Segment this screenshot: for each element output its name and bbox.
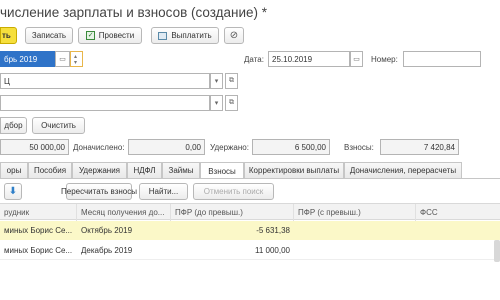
calendar-icon[interactable]: ▭ (350, 51, 363, 67)
employee-cell: миных Борис Се... (4, 226, 73, 235)
tab-label: Пособия (33, 166, 67, 175)
save-button[interactable]: Записать (25, 27, 73, 44)
tab-label: оры (6, 166, 22, 175)
number-label: Номер: (371, 55, 398, 64)
month-value: брь 2019 (4, 54, 38, 64)
open-link-icon[interactable]: ⧉ (225, 95, 238, 111)
tab-label: НДФЛ (133, 166, 156, 175)
tab-label: Удержания (78, 166, 121, 175)
tab-contributions[interactable]: Взносы (200, 162, 244, 179)
find-label: Найти... (148, 187, 179, 196)
tab-label: Займы (168, 166, 194, 175)
column-header-fss[interactable]: ФСС (416, 204, 500, 221)
date-value: 25.10.2019 (272, 54, 313, 64)
chevron-down-icon[interactable]: ▾ (210, 73, 223, 89)
month-cell: Октябрь 2019 (81, 226, 133, 235)
employee-cell: миных Борис Се... (4, 246, 73, 255)
tab-ndfl[interactable]: НДФЛ (127, 162, 162, 178)
additionally-accrued-value: 0,00 (185, 142, 201, 152)
arrow-down-icon: ⬇ (8, 186, 18, 197)
tab-benefits[interactable]: Пособия (28, 162, 72, 178)
column-header-month[interactable]: Месяц получения до... (77, 204, 171, 221)
cancel-search-button[interactable]: Отменить поиск (193, 183, 274, 200)
pfr-before-cell: -5 631,38 (256, 226, 290, 235)
attachments-button[interactable]: ⊘ (224, 27, 244, 44)
tab-payment-adjustments[interactable]: Корректировки выплаты (244, 162, 344, 178)
post-label: Провести (98, 31, 135, 40)
recalculate-button[interactable]: Пересчитать взносы (61, 183, 137, 200)
fill-button[interactable]: дбор (0, 117, 27, 134)
find-button[interactable]: Найти... (139, 183, 188, 200)
additionally-accrued-field: 0,00 (128, 139, 205, 155)
tab-label: Доначисления, перерасчеты (349, 166, 457, 175)
table-row[interactable]: миных Борис Се... Декабрь 2019 11 000,00 (0, 241, 500, 260)
save-label: Записать (31, 31, 67, 40)
column-header-pfr-before[interactable]: ПФР (до превыш.) (171, 204, 294, 221)
chevron-down-icon[interactable]: ▾ (210, 95, 223, 111)
tab-deductions[interactable]: Удержания (72, 162, 127, 178)
month-stepper[interactable]: ▴ ▾ (70, 51, 83, 67)
cancel-search-label: Отменить поиск (203, 187, 264, 196)
date-field[interactable]: 25.10.2019 (268, 51, 350, 67)
page-title: числение зарплаты и взносов (создание) * (0, 5, 268, 20)
move-down-button[interactable]: ⬇ (4, 183, 22, 200)
contributions-label: Взносы: (344, 143, 374, 152)
clear-label: Очистить (41, 121, 76, 130)
post-button[interactable]: ✓ Провести (78, 27, 142, 44)
post-and-close-button[interactable]: ть (0, 27, 17, 44)
pay-label: Выплатить (171, 31, 212, 40)
department-field[interactable] (0, 95, 210, 111)
post-icon: ✓ (85, 31, 95, 40)
column-header-pfr-after[interactable]: ПФР (с превыш.) (294, 204, 416, 221)
open-link-icon[interactable]: ⧉ (225, 73, 238, 89)
tab-divider (0, 178, 500, 179)
date-label: Дата: (244, 55, 264, 64)
table-scrollbar[interactable] (494, 240, 500, 262)
withheld-value: 6 500,00 (294, 142, 326, 152)
withheld-field: 6 500,00 (252, 139, 330, 155)
month-cell: Декабрь 2019 (81, 246, 133, 255)
stepper-down-icon[interactable]: ▾ (74, 59, 77, 66)
pay-button[interactable]: Выплатить (151, 27, 219, 44)
pfr-after-cell (294, 241, 416, 260)
tab-additional-accruals[interactable]: Доначисления, перерасчеты (344, 162, 462, 178)
organization-value: Ц (4, 76, 10, 86)
calendar-icon[interactable]: ▭ (55, 51, 70, 67)
recalculate-label: Пересчитать взносы (61, 187, 137, 196)
post-and-close-label: ть (2, 31, 11, 40)
contributions-field: 7 420,84 (380, 139, 459, 155)
fss-cell (416, 241, 500, 260)
accrued-total-value: 50 000,00 (29, 142, 65, 152)
pfr-after-cell (294, 221, 416, 240)
tab-label: Корректировки выплаты (248, 166, 340, 175)
column-header-employee[interactable]: рудник (0, 204, 77, 221)
fss-cell (416, 221, 500, 240)
organization-field[interactable]: Ц (0, 73, 210, 89)
month-field[interactable]: брь 2019 (0, 51, 55, 67)
clear-button[interactable]: Очистить (32, 117, 85, 134)
withheld-label: Удержано: (210, 143, 249, 152)
paperclip-icon: ⊘ (229, 30, 239, 41)
tab-loans[interactable]: Займы (162, 162, 200, 178)
tab-bonuses[interactable]: оры (0, 162, 28, 178)
number-field[interactable] (403, 51, 481, 67)
table-header: рудник Месяц получения до... ПФР (до пре… (0, 203, 500, 221)
pay-icon (158, 31, 168, 40)
table-row[interactable]: миных Борис Се... Октябрь 2019 -5 631,38 (0, 221, 500, 240)
tab-label: Взносы (208, 166, 236, 176)
additionally-accrued-label: Доначислено: (73, 143, 125, 152)
fill-label: дбор (4, 121, 23, 130)
contributions-value: 7 420,84 (423, 142, 455, 152)
accrued-total-field: 50 000,00 (0, 139, 69, 155)
pfr-before-cell: 11 000,00 (255, 246, 290, 255)
